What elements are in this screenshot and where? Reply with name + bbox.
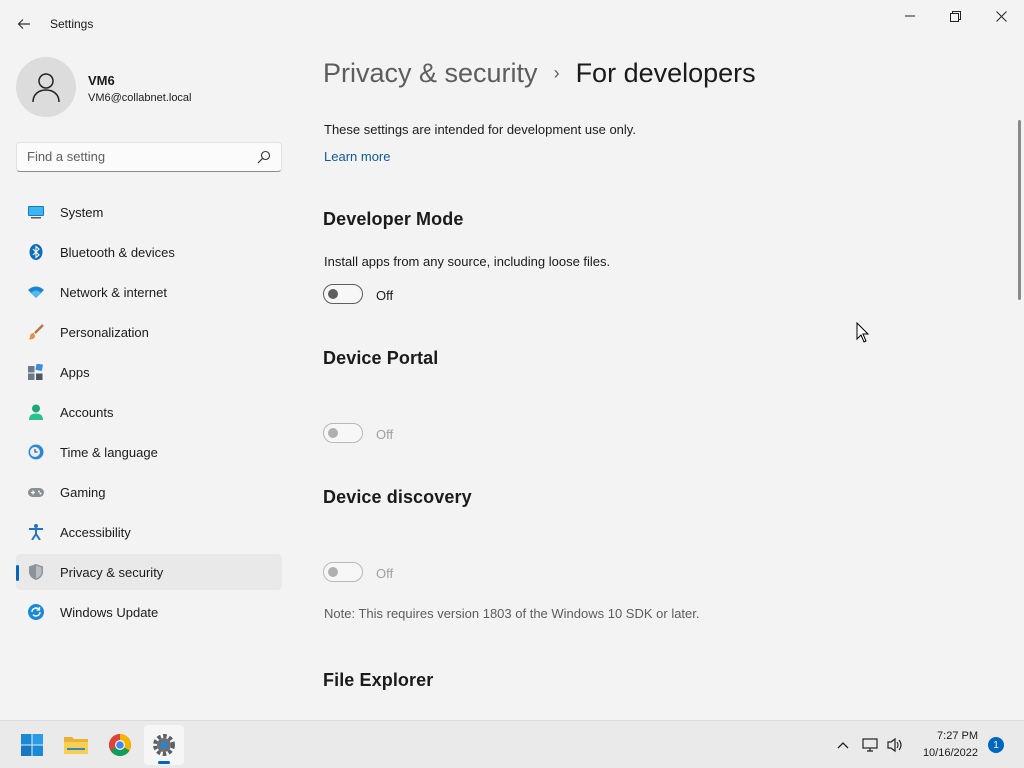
device-portal-heading: Device Portal	[323, 348, 439, 368]
learn-more-link[interactable]: Learn more	[324, 149, 390, 164]
sidebar-item-label: Gaming	[60, 485, 106, 500]
device-discovery-state: Off	[376, 566, 394, 581]
clock-globe-icon	[28, 444, 44, 460]
breadcrumb: Privacy & security › For developers	[323, 58, 756, 89]
sidebar-item-label: Privacy & security	[60, 565, 164, 580]
sidebar-item-gaming[interactable]: Gaming	[16, 474, 282, 510]
user-icon	[32, 73, 60, 103]
update-icon	[28, 604, 44, 620]
minimize-icon	[905, 15, 915, 17]
mouse-cursor-icon	[856, 322, 870, 343]
bluetooth-icon	[29, 244, 43, 260]
user-email: VM6@collabnet.local	[88, 92, 192, 104]
scrollbar-thumb[interactable]	[1018, 120, 1021, 300]
sidebar-item-label: Apps	[60, 365, 90, 380]
sidebar-item-privacy-security[interactable]: Privacy & security	[16, 554, 282, 590]
start-button[interactable]	[12, 725, 52, 765]
toggle-knob	[328, 289, 338, 299]
restore-icon	[949, 10, 961, 22]
sidebar-item-system[interactable]: System	[16, 194, 282, 230]
chevron-right-icon: ›	[553, 63, 560, 83]
accessibility-icon	[29, 524, 43, 540]
notification-badge[interactable]: 1	[988, 737, 1004, 753]
sidebar-item-network[interactable]: Network & internet	[16, 274, 282, 310]
taskbar-date[interactable]: 10/16/2022	[914, 747, 978, 759]
developer-mode-state: Off	[376, 288, 394, 303]
network-icon[interactable]	[860, 735, 880, 755]
taskbar-chrome[interactable]	[100, 725, 140, 765]
sidebar-item-label: Time & language	[60, 445, 158, 460]
taskbar-time[interactable]: 7:27 PM	[918, 730, 978, 742]
sidebar-item-bluetooth[interactable]: Bluetooth & devices	[16, 234, 282, 270]
taskbar: 7:27 PM 10/16/2022 1	[0, 720, 1024, 768]
sidebar-item-label: Accounts	[60, 405, 114, 420]
developer-mode-toggle[interactable]	[323, 284, 363, 304]
sidebar-item-time-language[interactable]: Time & language	[16, 434, 282, 470]
sidebar-item-label: System	[60, 205, 104, 220]
taskbar-settings[interactable]	[144, 725, 184, 765]
volume-icon[interactable]	[885, 735, 905, 755]
device-discovery-note: Note: This requires version 1803 of the …	[324, 606, 700, 621]
avatar[interactable]	[16, 57, 76, 117]
sidebar-item-accounts[interactable]: Accounts	[16, 394, 282, 430]
brush-icon	[28, 324, 44, 340]
chrome-icon	[109, 734, 131, 756]
minimize-button[interactable]	[887, 0, 933, 32]
taskbar-file-explorer[interactable]	[56, 725, 96, 765]
device-discovery-toggle[interactable]	[323, 562, 363, 582]
sidebar-item-windows-update[interactable]: Windows Update	[16, 594, 282, 630]
file-explorer-heading: File Explorer	[323, 670, 434, 690]
developer-mode-description: Install apps from any source, including …	[324, 254, 611, 269]
chevron-up-icon[interactable]	[833, 735, 853, 755]
restore-button[interactable]	[932, 0, 978, 32]
accounts-icon	[29, 404, 43, 420]
shield-icon	[29, 564, 43, 580]
developer-mode-heading: Developer Mode	[323, 209, 464, 229]
device-discovery-heading: Device discovery	[323, 487, 472, 507]
device-portal-state: Off	[376, 427, 394, 442]
sidebar-item-label: Network & internet	[60, 285, 167, 300]
search-input[interactable]	[27, 149, 247, 164]
sidebar-item-label: Windows Update	[60, 605, 159, 620]
search-box[interactable]	[16, 142, 282, 172]
sidebar-item-personalization[interactable]: Personalization	[16, 314, 282, 350]
close-button[interactable]	[978, 0, 1024, 32]
sidebar-item-apps[interactable]: Apps	[16, 354, 282, 390]
system-icon	[28, 206, 44, 219]
app-title: Settings	[50, 17, 94, 31]
sidebar-item-label: Personalization	[60, 325, 149, 340]
back-button[interactable]	[12, 12, 36, 36]
device-portal-toggle[interactable]	[323, 423, 363, 443]
search-icon[interactable]	[257, 150, 271, 164]
folder-icon	[64, 737, 88, 754]
wifi-icon	[28, 286, 44, 298]
intro-text: These settings are intended for developm…	[324, 122, 636, 137]
gear-icon	[153, 734, 175, 756]
sidebar-item-label: Accessibility	[60, 525, 131, 540]
toggle-knob	[328, 567, 338, 577]
windows-logo-icon	[21, 734, 43, 756]
page-title: For developers	[575, 58, 756, 88]
arrow-left-icon	[17, 19, 30, 29]
apps-icon	[28, 364, 43, 380]
toggle-knob	[328, 428, 338, 438]
sidebar: System Bluetooth & devices Network & int…	[16, 194, 282, 634]
sidebar-item-label: Bluetooth & devices	[60, 245, 175, 260]
title-bar: Settings	[0, 0, 1024, 48]
user-name: VM6	[88, 73, 115, 88]
breadcrumb-parent[interactable]: Privacy & security	[323, 58, 538, 89]
sidebar-item-accessibility[interactable]: Accessibility	[16, 514, 282, 550]
close-icon	[995, 10, 1007, 22]
gamepad-icon	[28, 488, 44, 497]
